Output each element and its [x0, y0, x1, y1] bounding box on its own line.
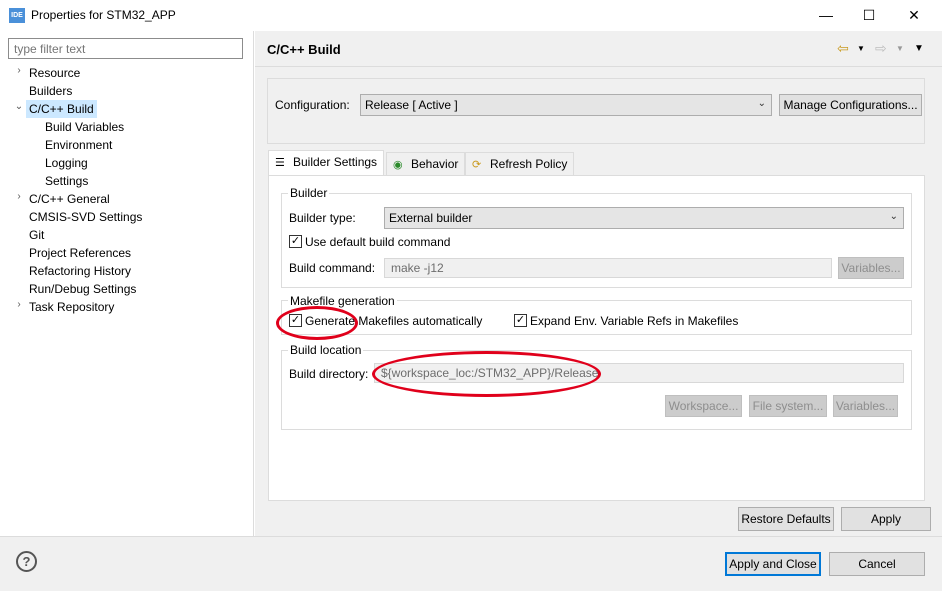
tree-item-label: CMSIS-SVD Settings: [29, 210, 143, 224]
behavior-icon: ◉: [393, 159, 403, 171]
annotation-ellipse-build-directory: [372, 351, 601, 397]
build-directory-label: Build directory:: [289, 367, 369, 381]
page-title: C/C++ Build: [267, 42, 341, 57]
tab-label: Refresh Policy: [490, 157, 568, 171]
back-dropdown-icon[interactable]: ▼: [857, 44, 865, 53]
tab-label: Builder Settings: [293, 155, 378, 169]
chevron-down-icon: ⌄: [757, 98, 766, 109]
build-command-label: Build command:: [289, 261, 376, 275]
tree-item[interactable]: Run/Debug Settings: [26, 280, 139, 298]
restore-defaults-button[interactable]: Restore Defaults: [738, 507, 834, 531]
tree-item[interactable]: CMSIS-SVD Settings: [26, 208, 145, 226]
view-menu-icon[interactable]: ▼: [914, 43, 924, 54]
tree-item-label: Project References: [29, 246, 132, 260]
tab-refresh-policy[interactable]: ⟳ Refresh Policy: [465, 152, 575, 176]
tree-item[interactable]: C/C++ Build: [26, 100, 97, 118]
tree-item-label: Run/Debug Settings: [29, 282, 137, 296]
maximize-button[interactable]: ☐: [846, 0, 892, 31]
tree-item-label: Build Variables: [45, 120, 125, 134]
builder-variables-button[interactable]: Variables...: [838, 257, 904, 279]
configuration-select[interactable]: Release [ Active ] ⌄: [360, 94, 772, 116]
back-arrow-icon[interactable]: ⇦: [837, 40, 849, 57]
tab-label: Behavior: [411, 157, 459, 171]
tree-item[interactable]: Resource: [26, 64, 83, 82]
tree-item[interactable]: Logging: [42, 154, 91, 172]
annotation-ellipse-generate: [276, 306, 358, 340]
tab-builder-settings[interactable]: ☰ Builder Settings: [268, 150, 385, 176]
tree-item-label: Settings: [45, 174, 89, 188]
forward-dropdown-icon[interactable]: ▼: [896, 44, 904, 53]
filter-input[interactable]: [8, 38, 243, 59]
expand-env-checkbox[interactable]: ✓: [514, 314, 527, 327]
location-variables-button[interactable]: Variables...: [833, 395, 898, 417]
chevron-right-icon[interactable]: ›: [14, 191, 24, 202]
tree-item[interactable]: Task Repository: [26, 298, 117, 316]
configuration-value: Release [ Active ]: [365, 98, 458, 112]
tree-item[interactable]: Build Variables: [42, 118, 127, 136]
tree-item-label: Refactoring History: [29, 264, 132, 278]
tab-behavior[interactable]: ◉ Behavior: [386, 152, 466, 176]
window-title: Properties for STM32_APP: [31, 8, 176, 22]
configuration-label: Configuration:: [275, 98, 350, 112]
expand-env-label: Expand Env. Variable Refs in Makefiles: [530, 314, 739, 328]
tree-item-label: Builders: [29, 84, 73, 98]
refresh-icon: ⟳: [472, 159, 482, 171]
tree-item[interactable]: Refactoring History: [26, 262, 134, 280]
close-button[interactable]: ✕: [891, 0, 937, 31]
builder-type-select[interactable]: External builder ⌄: [384, 207, 904, 229]
build-location-group: [281, 350, 912, 430]
tree-item[interactable]: Settings: [42, 172, 91, 190]
title-separator: [255, 66, 942, 67]
builder-type-label: Builder type:: [289, 211, 356, 225]
forward-arrow-icon[interactable]: ⇨: [875, 40, 887, 57]
tree-item-label: Task Repository: [29, 300, 115, 314]
help-icon[interactable]: ?: [16, 551, 37, 572]
chevron-down-icon[interactable]: ⌄: [14, 101, 24, 112]
file-system-button[interactable]: File system...: [749, 395, 827, 417]
workspace-button[interactable]: Workspace...: [665, 395, 742, 417]
tree-item[interactable]: C/C++ General: [26, 190, 113, 208]
tree-item[interactable]: Git: [26, 226, 47, 244]
apply-button[interactable]: Apply: [841, 507, 931, 531]
tree-item-label: C/C++ General: [29, 192, 110, 206]
builder-settings-icon: ☰: [275, 157, 285, 169]
use-default-label: Use default build command: [305, 235, 451, 249]
apply-and-close-button[interactable]: Apply and Close: [725, 552, 821, 576]
manage-configurations-button[interactable]: Manage Configurations...: [779, 94, 922, 116]
tree-item-label: Environment: [45, 138, 113, 152]
tree-item[interactable]: Builders: [26, 82, 75, 100]
app-icon: IDE: [9, 8, 25, 23]
minimize-button[interactable]: —: [803, 0, 849, 31]
chevron-right-icon[interactable]: ›: [14, 299, 24, 310]
cancel-button[interactable]: Cancel: [829, 552, 925, 576]
builder-type-value: External builder: [389, 211, 473, 225]
tree-item[interactable]: Project References: [26, 244, 134, 262]
build-command-field[interactable]: make -j12: [384, 258, 832, 278]
builder-group-title: Builder: [288, 186, 330, 200]
tree-item-label: C/C++ Build: [29, 102, 94, 116]
chevron-down-icon: ⌄: [889, 211, 898, 222]
tree-item[interactable]: Environment: [42, 136, 115, 154]
build-location-title: Build location: [288, 343, 364, 357]
tree-item-label: Logging: [45, 156, 88, 170]
tree-item-label: Git: [29, 228, 45, 242]
use-default-checkbox[interactable]: ✓: [289, 235, 302, 248]
chevron-right-icon[interactable]: ›: [14, 65, 24, 76]
tree-item-label: Resource: [29, 66, 81, 80]
